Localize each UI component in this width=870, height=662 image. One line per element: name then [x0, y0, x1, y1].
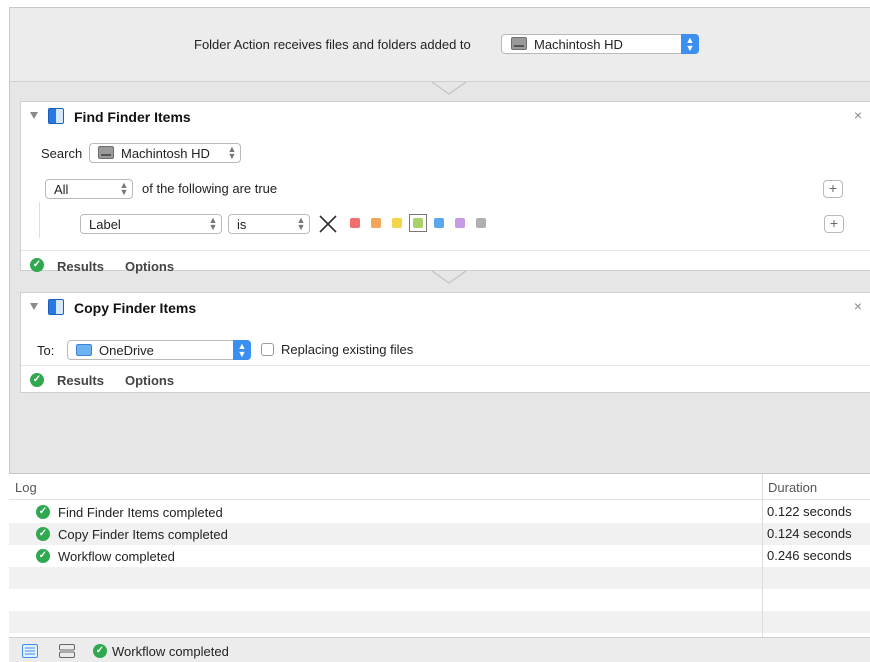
disclosure-triangle-icon[interactable]: [30, 303, 38, 310]
results-button[interactable]: Results: [57, 373, 104, 388]
log-empty-row: [9, 589, 870, 611]
action-footer: ✓ Results Options: [21, 365, 870, 393]
workflow-input-label: Folder Action receives files and folders…: [194, 37, 471, 52]
log-duration: 0.246 seconds: [767, 548, 852, 563]
log-message: Workflow completed: [58, 549, 175, 564]
replace-existing-label[interactable]: Replacing existing files: [281, 342, 413, 357]
log-message: Copy Finder Items completed: [58, 527, 228, 542]
column-divider[interactable]: [762, 474, 763, 638]
label-swatch-gray[interactable]: [476, 218, 486, 228]
match-popup[interactable]: All ▲ ▼: [45, 179, 133, 199]
popup-arrows-icon: ▲ ▼: [227, 144, 237, 161]
check-circle-icon: ✓: [36, 527, 50, 541]
finder-icon: [48, 108, 64, 124]
label-swatch-blue[interactable]: [434, 218, 444, 228]
list-icon[interactable]: [22, 644, 38, 658]
label-swatch-yellow[interactable]: [392, 218, 402, 228]
criterion-field-value: Label: [89, 217, 121, 232]
status-text: Workflow completed: [112, 644, 229, 659]
search-location-value: Machintosh HD: [121, 146, 210, 161]
results-button[interactable]: Results: [57, 259, 104, 274]
copy-finder-items-action: Copy Finder Items × To: OneDrive ▲ ▼ Repl…: [20, 292, 870, 393]
folder-popup-value: Machintosh HD: [534, 37, 623, 52]
label-swatch-purple[interactable]: [455, 218, 465, 228]
match-suffix: of the following are true: [142, 181, 278, 196]
popup-arrows-icon: ▲ ▼: [296, 215, 306, 232]
criterion-row: Label ▲ ▼ is ▲ ▼ +: [39, 202, 854, 238]
label-color-swatches: [348, 213, 493, 233]
action-title-bar[interactable]: Copy Finder Items ×: [21, 293, 870, 323]
log-row[interactable]: ✓ Workflow completed 0.246 seconds: [9, 545, 870, 567]
status-bar: ✓ Workflow completed: [9, 637, 870, 662]
log-empty-row: [9, 611, 870, 633]
find-finder-items-action: Find Finder Items × Search Machintosh HD…: [20, 101, 870, 274]
no-label-icon[interactable]: [318, 214, 338, 234]
label-swatch-red[interactable]: [350, 218, 360, 228]
workflow-header: Folder Action receives files and folders…: [10, 8, 870, 82]
criterion-operator-value: is: [237, 217, 247, 232]
close-icon[interactable]: ×: [854, 298, 862, 314]
folder-popup[interactable]: Machintosh HD ▲ ▼: [501, 34, 699, 54]
add-subcriterion-button[interactable]: +: [824, 215, 844, 233]
log-duration: 0.122 seconds: [767, 504, 852, 519]
destination-value: OneDrive: [99, 343, 154, 358]
cloud-folder-icon: [76, 344, 92, 356]
log-header: Log Duration: [9, 474, 870, 500]
check-circle-icon: ✓: [36, 549, 50, 563]
log-row[interactable]: ✓ Copy Finder Items completed 0.124 seco…: [9, 523, 870, 545]
check-circle-icon: ✓: [36, 505, 50, 519]
log-row[interactable]: ✓ Find Finder Items completed 0.122 seco…: [9, 501, 870, 523]
check-circle-icon: ✓: [30, 373, 44, 387]
match-value: All: [54, 182, 69, 197]
label-swatch-green[interactable]: [413, 218, 423, 228]
check-circle-icon: ✓: [30, 258, 44, 272]
search-location-popup[interactable]: Machintosh HD ▲ ▼: [89, 143, 241, 163]
popup-arrows-icon: ▲ ▼: [233, 340, 251, 360]
action-title: Find Finder Items: [74, 109, 191, 125]
action-title-bar[interactable]: Find Finder Items ×: [21, 102, 870, 132]
destination-label: To:: [37, 343, 55, 358]
variables-icon[interactable]: [59, 644, 75, 658]
log-empty-row: [9, 567, 870, 589]
criterion-field-popup[interactable]: Label ▲ ▼: [80, 214, 222, 234]
hard-drive-icon: [98, 146, 114, 159]
log-message: Find Finder Items completed: [58, 505, 223, 520]
popup-arrows-icon: ▲ ▼: [681, 34, 699, 54]
destination-popup[interactable]: OneDrive ▲ ▼: [67, 340, 251, 360]
close-icon[interactable]: ×: [854, 107, 862, 123]
disclosure-triangle-icon[interactable]: [30, 112, 38, 119]
label-swatch-orange[interactable]: [371, 218, 381, 228]
log-panel: Log Duration ✓ Find Finder Items complet…: [9, 473, 870, 638]
options-button[interactable]: Options: [125, 259, 174, 274]
finder-icon: [48, 299, 64, 315]
duration-column-header[interactable]: Duration: [768, 480, 817, 495]
popup-arrows-icon: ▲ ▼: [119, 180, 129, 197]
check-circle-icon: ✓: [93, 644, 107, 658]
action-connector: [432, 271, 466, 284]
criterion-operator-popup[interactable]: is ▲ ▼: [228, 214, 310, 234]
add-criterion-button[interactable]: +: [823, 180, 843, 198]
options-button[interactable]: Options: [125, 373, 174, 388]
replace-existing-checkbox[interactable]: [261, 343, 274, 356]
hard-drive-icon: [511, 37, 527, 50]
workflow-area: Folder Action receives files and folders…: [9, 7, 870, 473]
popup-arrows-icon: ▲ ▼: [208, 215, 218, 232]
search-label: Search: [41, 146, 83, 161]
log-duration: 0.124 seconds: [767, 526, 852, 541]
log-column-header[interactable]: Log: [15, 480, 37, 495]
action-connector: [432, 82, 466, 95]
action-title: Copy Finder Items: [74, 300, 197, 316]
